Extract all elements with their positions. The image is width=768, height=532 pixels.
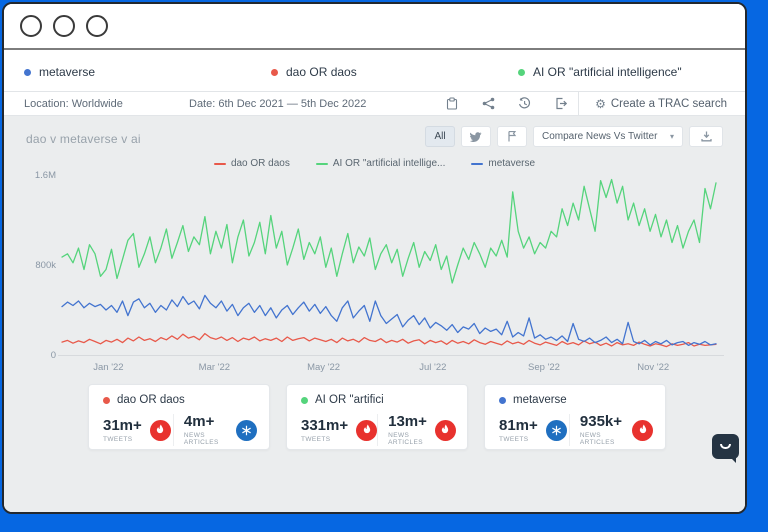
create-trac-search-button[interactable]: ⚙ Create a TRAC search: [578, 92, 745, 115]
filter-all-button[interactable]: All: [425, 126, 455, 147]
stat-label: NEWS ARTICLES: [579, 432, 615, 446]
stat-value: 935k+: [579, 413, 623, 430]
stat-label: TWEETS: [499, 435, 529, 443]
tab-ai[interactable]: AI OR "artificial intelligence": [498, 65, 745, 91]
tab-label: metaverse: [39, 65, 96, 79]
svg-text:800k: 800k: [35, 260, 56, 271]
svg-text:Mar '22: Mar '22: [199, 362, 230, 373]
tab-label: dao OR daos: [286, 65, 357, 79]
chart-title: dao v metaverse v ai: [26, 132, 141, 146]
stat-value: 31m+: [103, 416, 142, 434]
stat-label: NEWS ARTICLES: [388, 432, 423, 446]
snowflake-icon: [545, 419, 567, 441]
card-title: metaverse: [513, 394, 567, 406]
browser-window: metaverse dao OR daos AI OR "artificial …: [2, 2, 747, 514]
history-icon[interactable]: [506, 92, 542, 115]
card-title: dao OR daos: [117, 394, 185, 406]
chart-area[interactable]: 1.6M 800k 0 Jan '22 Mar '22 May '22 Jul '22 Sep…: [4, 164, 745, 382]
tweets-stat: 81m+ TWEETS: [499, 414, 570, 446]
gear-icon: ⚙: [595, 96, 606, 111]
news-filter-button[interactable]: [497, 126, 527, 147]
svg-text:May '22: May '22: [307, 362, 340, 373]
flame-icon: [434, 419, 456, 441]
compare-news-twitter-dropdown[interactable]: Compare News Vs Twitter ▾: [533, 126, 683, 147]
flame-icon: [149, 419, 171, 441]
flame-icon: [632, 419, 653, 441]
chart-controls: All Compare News Vs Twitter ▾: [425, 126, 723, 147]
filters-toolbar: Location: Worldwide Date: 6th Dec 2021 —…: [4, 92, 745, 116]
summary-cards: dao OR daos 31m+ TWEETS 4m+ NEWS ARTICLE…: [88, 384, 666, 450]
download-chart-button[interactable]: [689, 126, 723, 147]
window-minimize-button[interactable]: [53, 15, 75, 37]
stat-value: 13m+: [388, 413, 427, 430]
dao-dot-icon: [103, 396, 110, 404]
flame-icon: [356, 419, 378, 441]
metaverse-dot-icon: [24, 68, 31, 76]
tab-label: AI OR "artificial intelligence": [533, 65, 682, 79]
twitter-filter-button[interactable]: [461, 126, 491, 147]
svg-text:0: 0: [51, 350, 56, 361]
twitter-icon: [470, 131, 482, 142]
metaverse-dot-icon: [499, 396, 506, 404]
download-icon: [700, 131, 712, 142]
date-range-filter[interactable]: Date: 6th Dec 2021 — 5th Dec 2022: [189, 98, 434, 110]
svg-text:Sep '22: Sep '22: [528, 362, 560, 373]
location-filter[interactable]: Location: Worldwide: [4, 98, 189, 110]
card-metaverse: metaverse 81m+ TWEETS 935k+ NEWS ARTICLE…: [484, 384, 666, 450]
svg-text:Jan '22: Jan '22: [93, 362, 123, 373]
ai-dot-icon: [518, 68, 525, 76]
window-titlebar: [4, 4, 745, 50]
news-stat: 4m+ NEWS ARTICLES: [184, 414, 257, 446]
chat-widget-button[interactable]: [712, 434, 739, 463]
svg-text:Jul '22: Jul '22: [419, 362, 446, 373]
chevron-down-icon: ▾: [669, 132, 674, 141]
stat-value: 81m+: [499, 416, 538, 434]
stat-label: TWEETS: [103, 435, 133, 443]
stat-label: TWEETS: [301, 435, 331, 443]
chat-smile-icon: [720, 444, 731, 449]
card-ai: AI OR "artifici 331m+ TWEETS 13m+ NEWS A…: [286, 384, 468, 450]
card-dao: dao OR daos 31m+ TWEETS 4m+ NEWS ARTICLE…: [88, 384, 270, 450]
snowflake-icon: [236, 419, 257, 441]
news-stat: 935k+ NEWS ARTICLES: [580, 414, 653, 446]
share-icon[interactable]: [470, 92, 506, 115]
tab-metaverse[interactable]: metaverse: [4, 65, 251, 91]
window-maximize-button[interactable]: [86, 15, 108, 37]
stat-value: 4m+: [183, 413, 215, 430]
ai-dot-icon: [301, 396, 308, 404]
tab-dao-or-daos[interactable]: dao OR daos: [251, 65, 498, 91]
window-close-button[interactable]: [20, 15, 42, 37]
clipboard-icon[interactable]: [434, 92, 470, 115]
desktop-backdrop: metaverse dao OR daos AI OR "artificial …: [0, 0, 768, 532]
svg-text:Nov '22: Nov '22: [637, 362, 669, 373]
news-stat: 13m+ NEWS ARTICLES: [388, 414, 456, 446]
dao-dot-icon: [271, 68, 278, 76]
dashboard-content: dao v metaverse v ai All Compare News Vs…: [4, 116, 745, 512]
compare-dropdown-label: Compare News Vs Twitter: [542, 131, 658, 142]
stat-value: 331m+: [301, 416, 349, 434]
card-title: AI OR "artifici: [315, 394, 384, 406]
news-icon: [508, 131, 517, 142]
toolbar-actions: [434, 92, 578, 115]
query-tabs: metaverse dao OR daos AI OR "artificial …: [4, 50, 745, 92]
create-trac-search-label: Create a TRAC search: [610, 97, 727, 110]
export-icon[interactable]: [542, 92, 578, 115]
stat-label: NEWS ARTICLES: [183, 432, 219, 446]
tweets-stat: 331m+ TWEETS: [301, 414, 379, 446]
trend-chart: 1.6M 800k 0 Jan '22 Mar '22 May '22 Jul '22 Sep…: [35, 170, 724, 373]
tweets-stat: 31m+ TWEETS: [103, 414, 174, 446]
svg-text:1.6M: 1.6M: [35, 170, 56, 181]
